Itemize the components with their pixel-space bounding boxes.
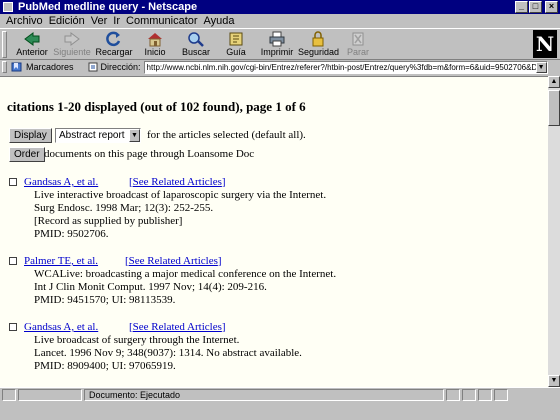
home-icon (148, 33, 162, 47)
forward-button[interactable]: Siguiente (52, 30, 92, 60)
print-button-label: Imprimir (260, 47, 294, 57)
citation-pmid: PMID: 8909400; UI: 97065919. (34, 360, 176, 372)
toolbar-grip[interactable] (2, 31, 7, 58)
stop-button-label: Parar (346, 47, 369, 57)
search-icon (188, 32, 204, 47)
component-bar-navigator-icon[interactable] (446, 388, 460, 401)
bookmark-icon (11, 62, 22, 72)
search-button-label: Buscar (181, 47, 210, 57)
forward-button-label: Siguiente (53, 47, 91, 57)
menu-archivo[interactable]: Archivo (3, 14, 46, 28)
url-history-dropdown-icon[interactable]: ▼ (535, 61, 547, 73)
location-toolbar-grip[interactable] (2, 61, 7, 73)
menu-bar: Archivo Edición Ver Ir Communicator Ayud… (0, 14, 560, 28)
citation-pmid: PMID: 9451570; UI: 98113539. (34, 294, 176, 306)
status-text: Documento: Ejecutado (84, 388, 444, 401)
results-heading: citations 1-20 displayed (out of 102 fou… (7, 99, 306, 114)
window-title-bar: PubMed medline query - Netscape _ □ × (0, 0, 560, 14)
address-label-group: Dirección: (88, 62, 141, 72)
scroll-up-icon[interactable]: ▲ (548, 76, 560, 88)
citation-source: Lancet. 1996 Nov 9; 348(9037): 1314. No … (34, 347, 302, 359)
search-button[interactable]: Buscar (176, 30, 216, 60)
lock-icon (312, 31, 324, 47)
security-button-label: Seguridad (298, 47, 340, 57)
related-articles-label: See Related Articles (132, 321, 222, 333)
component-bar-composer-icon[interactable] (494, 388, 508, 401)
stop-button[interactable]: Parar (338, 30, 378, 60)
menu-edicion[interactable]: Edición (46, 14, 88, 28)
report-format-value: Abstract report (59, 130, 125, 141)
order-instructions: documents on this page through Loansome … (44, 148, 255, 160)
citation-pmid: PMID: 9502706. (34, 228, 109, 240)
report-format-select[interactable]: Abstract report ▼ (55, 128, 141, 143)
status-bar: Documento: Ejecutado (0, 387, 560, 401)
url-input[interactable]: http://www.ncbi.nlm.nih.gov/cgi-bin/Entr… (143, 60, 548, 74)
bookmarks-button[interactable]: Marcadores (11, 62, 74, 72)
minimize-icon[interactable]: _ (515, 1, 528, 13)
address-label: Dirección: (100, 62, 141, 72)
netscape-app-icon (3, 2, 13, 12)
citation-note: [Record as supplied by publisher] (34, 215, 183, 227)
component-bar-news-icon[interactable] (478, 388, 492, 401)
menu-communicator[interactable]: Communicator (123, 14, 201, 28)
guide-button-label: Guía (226, 47, 246, 57)
citation-checkbox[interactable] (9, 323, 17, 331)
reload-button[interactable]: Recargar (94, 30, 134, 60)
window-controls: _ □ × (515, 1, 558, 13)
order-button[interactable]: Order (9, 147, 45, 162)
guide-icon (229, 32, 243, 46)
citation-source: Surg Endosc. 1998 Mar; 12(3): 252-255. (34, 202, 214, 214)
bookmarks-label: Marcadores (26, 62, 74, 72)
related-articles-label: See Related Articles (128, 255, 218, 267)
select-chevron-down-icon: ▼ (129, 129, 140, 142)
display-button[interactable]: Display (9, 128, 52, 143)
citation-authors-link[interactable]: Gandsas A, et al. (24, 176, 98, 189)
progress-bar (18, 388, 82, 401)
menu-ir[interactable]: Ir (110, 14, 123, 28)
related-articles-label: See Related Articles (132, 176, 222, 188)
citation-checkbox[interactable] (9, 178, 17, 186)
back-button-label: Anterior (16, 47, 48, 57)
maximize-icon[interactable]: □ (529, 1, 542, 13)
citation-authors-link[interactable]: Palmer TE, et al. (24, 255, 98, 268)
citation-source: Int J Clin Monit Comput. 1997 Nov; 14(4)… (34, 281, 267, 293)
back-arrow-icon (24, 32, 40, 46)
citation-checkbox[interactable] (9, 257, 17, 265)
citation-title: WCALive: broadcasting a major medical co… (34, 268, 337, 280)
vertical-scrollbar[interactable]: ▲ ▼ (548, 76, 560, 387)
page-content: citations 1-20 displayed (out of 102 fou… (0, 76, 548, 387)
citation-title: Live broadcast of surgery through the In… (34, 334, 240, 346)
menu-ayuda[interactable]: Ayuda (201, 14, 238, 28)
menu-ver[interactable]: Ver (88, 14, 111, 28)
back-button[interactable]: Anterior (12, 30, 52, 60)
close-icon[interactable]: × (545, 1, 558, 13)
citation-authors-link[interactable]: Gandsas A, et al. (24, 321, 98, 334)
related-articles-link[interactable]: [See Related Articles] (129, 176, 226, 189)
page-proxy-icon[interactable] (88, 62, 98, 72)
component-bar-mail-icon[interactable] (462, 388, 476, 401)
scroll-thumb[interactable] (548, 90, 560, 126)
forward-arrow-icon (64, 32, 80, 46)
window-title: PubMed medline query - Netscape (18, 1, 198, 13)
scroll-down-icon[interactable]: ▼ (548, 375, 560, 387)
navigation-toolbar: Anterior Siguiente Recargar Inicio Busca… (0, 28, 560, 60)
related-articles-link[interactable]: [See Related Articles] (125, 255, 222, 268)
security-status-icon[interactable] (2, 388, 16, 401)
reload-button-label: Recargar (95, 47, 133, 57)
reload-icon (106, 31, 121, 47)
home-button[interactable]: Inicio (135, 30, 175, 60)
print-icon (269, 31, 285, 47)
location-toolbar: Marcadores Dirección: http://www.ncbi.nl… (0, 60, 560, 74)
display-instructions: for the articles selected (default all). (147, 129, 306, 141)
netscape-logo: N (533, 30, 557, 58)
guide-button[interactable]: Guía (216, 30, 256, 60)
print-button[interactable]: Imprimir (257, 30, 297, 60)
home-button-label: Inicio (144, 47, 166, 57)
citation-title: Live interactive broadcast of laparoscop… (34, 189, 327, 201)
security-button[interactable]: Seguridad (298, 30, 340, 60)
related-articles-link[interactable]: [See Related Articles] (129, 321, 226, 334)
stop-icon (352, 32, 364, 46)
